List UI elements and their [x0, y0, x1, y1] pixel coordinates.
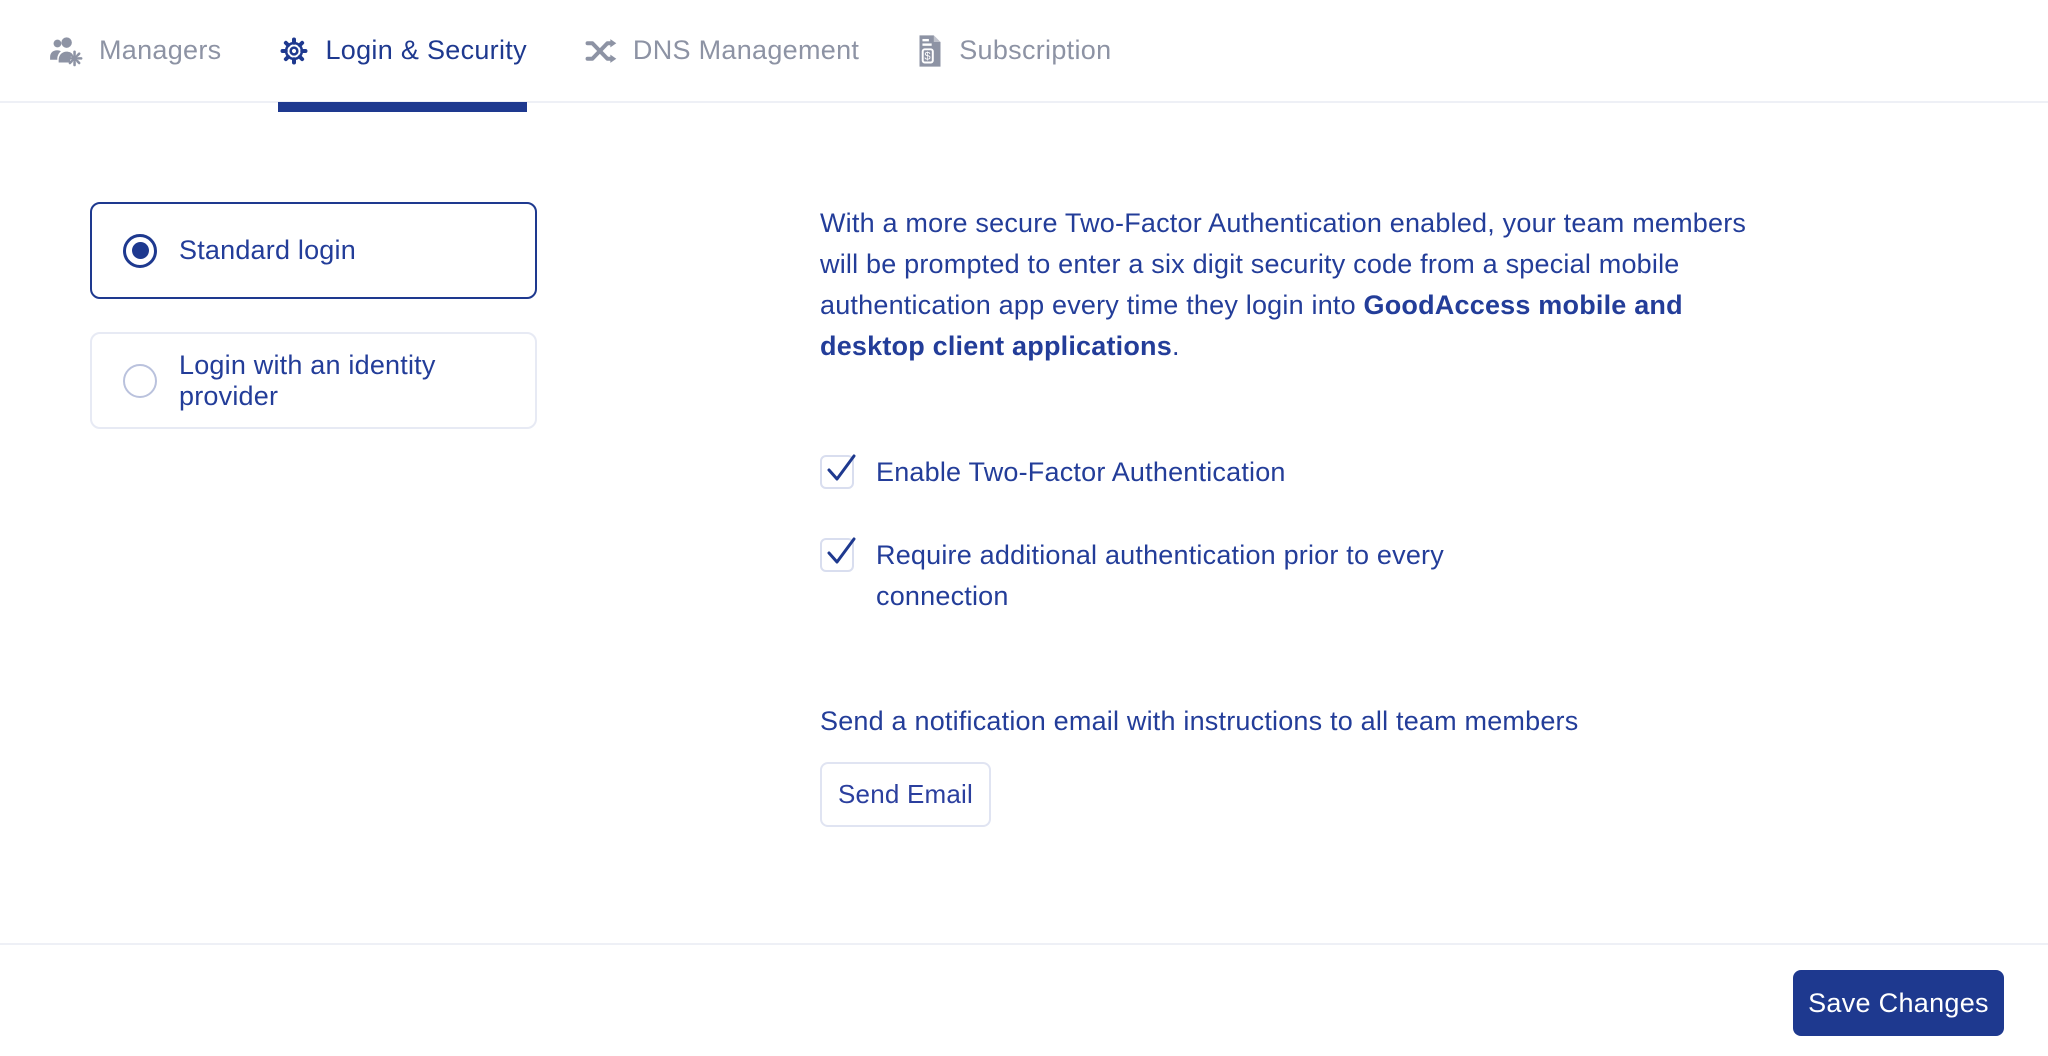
description-period: .	[1172, 331, 1180, 361]
option-standard-login[interactable]: Standard login	[90, 202, 537, 299]
managers-icon	[48, 33, 84, 69]
footer-divider	[0, 943, 2048, 945]
radio-selected-icon[interactable]	[123, 234, 157, 268]
option-identity-provider[interactable]: Login with an identity provider	[90, 332, 537, 429]
invoice-icon: $	[916, 34, 944, 68]
option-label: Login with an identity provider	[179, 350, 535, 412]
tab-label: Login & Security	[325, 35, 526, 66]
tab-label: Subscription	[959, 35, 1111, 66]
shuffle-icon	[584, 34, 618, 68]
notification-email-text: Send a notification email with instructi…	[820, 706, 1578, 737]
checkbox-label: Enable Two-Factor Authentication	[876, 452, 1286, 493]
tab-dns-management[interactable]: DNS Management	[584, 0, 859, 102]
tab-label: Managers	[99, 35, 221, 66]
send-email-button[interactable]: Send Email	[820, 762, 991, 827]
svg-text:$: $	[925, 50, 932, 62]
save-changes-button[interactable]: Save Changes	[1793, 970, 2004, 1036]
require-additional-auth-checkbox[interactable]	[820, 538, 854, 572]
tab-label: DNS Management	[633, 35, 859, 66]
two-factor-description: With a more secure Two-Factor Authentica…	[820, 203, 1778, 367]
checkbox-label: Require additional authentication prior …	[876, 535, 1521, 617]
tab-subscription[interactable]: $ Subscription	[916, 0, 1111, 102]
tab-managers[interactable]: Managers	[48, 0, 221, 102]
gear-icon	[278, 35, 310, 67]
radio-unselected-icon[interactable]	[123, 364, 157, 398]
tab-login-security[interactable]: Login & Security	[278, 0, 526, 102]
enable-2fa-row: Enable Two-Factor Authentication	[820, 452, 1286, 493]
require-additional-auth-row: Require additional authentication prior …	[820, 535, 1521, 617]
enable-2fa-checkbox[interactable]	[820, 455, 854, 489]
option-label: Standard login	[179, 235, 356, 266]
settings-tab-bar: Managers Login &	[0, 0, 2048, 103]
login-security-settings-page: Managers Login &	[0, 0, 2048, 1056]
